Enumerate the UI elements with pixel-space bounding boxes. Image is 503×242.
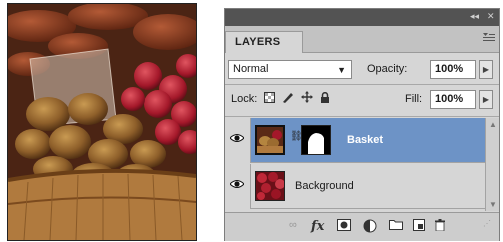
scroll-down-icon[interactable]: ▼	[489, 200, 497, 209]
lock-label: Lock:	[231, 93, 258, 105]
link-icon[interactable]: ∞	[289, 219, 297, 235]
document-photo	[7, 3, 197, 241]
resize-grip-icon[interactable]: ⋰	[483, 219, 491, 235]
opacity-slider-button[interactable]: ▶	[479, 60, 493, 79]
layer-thumbnail[interactable]	[255, 171, 285, 201]
panel-menu-icon[interactable]	[483, 33, 495, 43]
opacity-field[interactable]: 100%	[430, 60, 476, 79]
fx-icon[interactable]: fx	[311, 219, 324, 235]
divider	[225, 84, 499, 85]
photo-image	[8, 4, 196, 240]
lock-transparent-icon[interactable]	[264, 92, 275, 103]
layer-mask-thumbnail[interactable]	[301, 125, 331, 155]
fill-field[interactable]: 100%	[430, 90, 476, 109]
tab-layers[interactable]: LAYERS	[225, 31, 303, 53]
layer-scrollbar[interactable]: ▲ ▼	[485, 118, 499, 211]
new-layer-icon[interactable]	[413, 219, 425, 235]
layers-panel: ◂◂ ✕ LAYERS Normal ▼ Opacity: 100% ▶ Loc…	[224, 8, 500, 241]
close-panel-button[interactable]: ✕	[487, 12, 495, 22]
blend-mode-value: Normal	[233, 63, 269, 75]
panel-titlebar: ◂◂ ✕	[225, 9, 499, 26]
blend-mode-select[interactable]: Normal ▼	[228, 60, 352, 79]
lock-position-icon[interactable]	[301, 91, 314, 103]
layer-name: Basket	[347, 134, 384, 146]
layer-row-background[interactable]: Background	[225, 164, 485, 209]
fill-label: Fill:	[405, 93, 423, 105]
layer-list: ⛓ Basket Background	[225, 118, 485, 211]
mask-icon[interactable]	[337, 219, 351, 235]
opacity-label: Opacity:	[367, 63, 408, 75]
lock-pixels-icon[interactable]	[282, 92, 294, 103]
lock-all-icon[interactable]	[320, 91, 330, 103]
trash-icon[interactable]	[435, 219, 445, 235]
scroll-up-icon[interactable]: ▲	[489, 120, 497, 129]
eye-icon	[230, 134, 244, 142]
fill-slider-button[interactable]: ▶	[479, 90, 493, 109]
layer-name: Background	[295, 180, 354, 192]
layer-row-basket[interactable]: ⛓ Basket	[225, 118, 485, 163]
lock-icons	[264, 91, 330, 106]
layer-thumbnail[interactable]	[255, 125, 285, 155]
divider	[225, 116, 499, 117]
collapse-panel-button[interactable]: ◂◂	[470, 12, 479, 22]
panel-footer: ∞ fx ⋰	[225, 212, 499, 241]
eye-icon	[230, 180, 244, 188]
visibility-toggle[interactable]	[225, 164, 251, 209]
chevron-down-icon: ▼	[337, 65, 346, 75]
adjustment-icon[interactable]	[363, 219, 377, 235]
panel-tab-row: LAYERS	[225, 26, 499, 53]
visibility-toggle[interactable]	[225, 118, 251, 163]
group-icon[interactable]	[389, 219, 403, 235]
